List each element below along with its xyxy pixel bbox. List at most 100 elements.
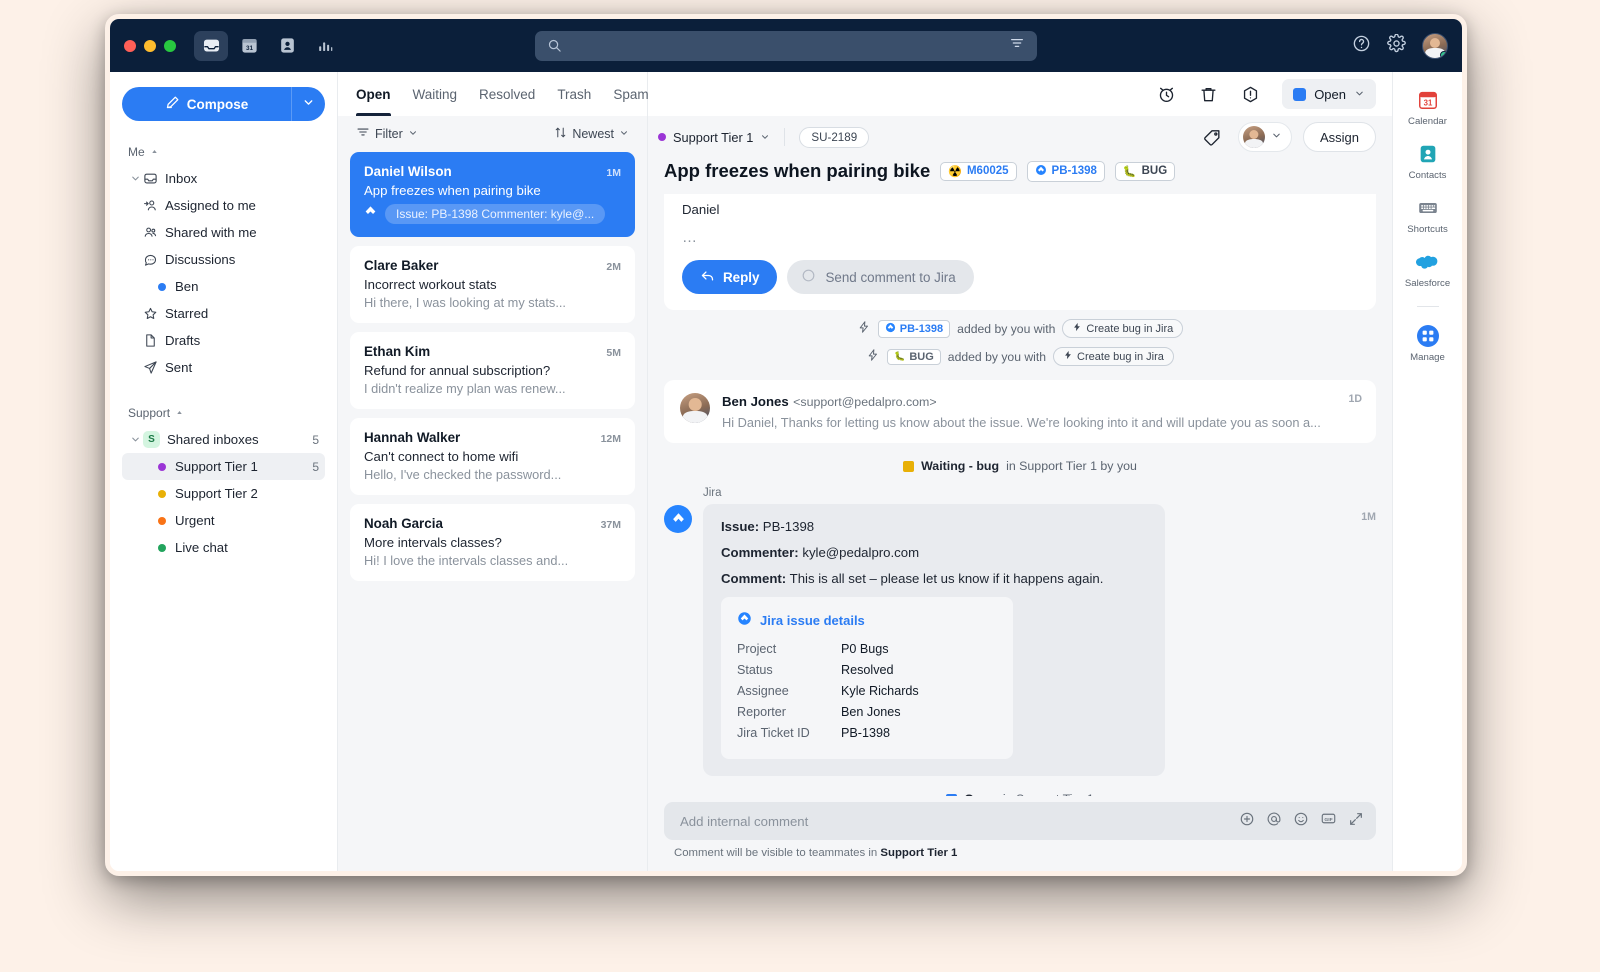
maximize-window-button[interactable]: [164, 39, 176, 52]
sidebar-item-support-tier-1[interactable]: Support Tier 1 5: [122, 453, 325, 480]
thread-inbox-selector[interactable]: Support Tier 1: [658, 130, 770, 145]
tag-chip-bug[interactable]: 🐛 BUG: [1114, 161, 1176, 181]
sidebar-item-inbox[interactable]: Inbox: [122, 165, 325, 192]
sort-button[interactable]: Newest: [554, 126, 629, 142]
thread-body[interactable]: Daniel … Reply Send comment to Jira PB-1…: [648, 194, 1392, 796]
conversation-subject: More intervals classes?: [364, 535, 502, 550]
internal-comment-input[interactable]: [680, 813, 1239, 829]
jira-comment-block: Jira Issue: PB-1398 Commenter: kyle@peda…: [664, 487, 1376, 776]
assign-button[interactable]: Assign: [1302, 122, 1376, 152]
tab-waiting[interactable]: Waiting: [413, 72, 458, 116]
sidebar-item-ben[interactable]: Ben: [122, 273, 325, 300]
event-action-pill[interactable]: Create bug in Jira: [1062, 319, 1184, 338]
chevron-down-icon[interactable]: [128, 173, 143, 184]
reports-app-icon[interactable]: [308, 31, 342, 61]
gear-icon[interactable]: [1387, 33, 1406, 58]
tab-trash[interactable]: Trash: [557, 72, 591, 116]
jira-circle-icon: [801, 268, 816, 286]
sidebar-section-me[interactable]: Me: [122, 141, 325, 163]
chevron-down-icon: [619, 127, 629, 141]
minimize-window-button[interactable]: [144, 39, 156, 52]
sidebar-item-assigned-to-me[interactable]: Assigned to me: [122, 192, 325, 219]
expand-icon[interactable]: [1348, 811, 1364, 832]
sidebar-item-shared-inboxes[interactable]: S Shared inboxes 5: [122, 426, 325, 453]
tab-open[interactable]: Open: [356, 72, 391, 116]
help-icon[interactable]: [1352, 34, 1371, 58]
rail-item-salesforce[interactable]: Salesforce: [1393, 250, 1462, 289]
detail-key: Reporter: [737, 704, 786, 719]
list-item[interactable]: Noah Garcia 37M More intervals classes? …: [350, 504, 635, 581]
ticket-id-chip[interactable]: SU-2189: [799, 126, 870, 148]
tab-resolved[interactable]: Resolved: [479, 72, 535, 116]
sidebar-item-urgent[interactable]: Urgent: [122, 507, 325, 534]
jira-issue-details-card: Jira issue details Project P0 Bugs Statu…: [721, 597, 1013, 759]
message-signature: Daniel: [682, 202, 720, 217]
rail-item-shortcuts[interactable]: Shortcuts: [1393, 196, 1462, 235]
gif-icon[interactable]: GIF: [1320, 810, 1337, 832]
jira-details-header[interactable]: Jira issue details: [737, 611, 997, 629]
conversation-subject: Incorrect workout stats: [364, 277, 497, 292]
tab-spam[interactable]: Spam: [613, 72, 648, 116]
inbox-app-icon[interactable]: [194, 30, 228, 61]
tag-icon[interactable]: [1199, 123, 1227, 151]
detail-value: Kyle Richards: [841, 683, 919, 698]
calendar-icon: 31: [1416, 88, 1440, 112]
detail-key: Project: [737, 641, 777, 656]
send-comment-label: Send comment to Jira: [825, 269, 956, 285]
chevron-down-icon: [1354, 87, 1365, 102]
composer-box[interactable]: GIF: [664, 802, 1376, 840]
collapsed-message[interactable]: Ben Jones <support@pedalpro.com> Hi Dani…: [664, 380, 1376, 443]
sidebar-item-drafts[interactable]: Drafts: [122, 327, 325, 354]
event-action-label: Create bug in Jira: [1077, 350, 1164, 363]
spam-icon[interactable]: [1236, 80, 1264, 108]
sidebar-section-support[interactable]: Support: [122, 402, 325, 424]
event-action-pill[interactable]: Create bug in Jira: [1053, 347, 1174, 366]
status-badge[interactable]: Open: [1282, 79, 1376, 109]
emoji-icon[interactable]: [1293, 811, 1309, 832]
list-item[interactable]: Daniel Wilson 1M App freezes when pairin…: [350, 152, 635, 237]
status-color-swatch: [903, 460, 915, 472]
plus-circle-icon[interactable]: [1239, 811, 1255, 832]
detail-value: P0 Bugs: [841, 641, 889, 656]
composer-note-prefix: Comment will be visible to teammates in: [674, 847, 878, 859]
sidebar-item-sent[interactable]: Sent: [122, 354, 325, 381]
rail-item-calendar[interactable]: 31 Calendar: [1393, 88, 1462, 127]
sidebar-item-shared-with-me[interactable]: Shared with me: [122, 219, 325, 246]
calendar-app-icon[interactable]: 31: [232, 31, 266, 61]
sidebar-item-starred[interactable]: Starred: [122, 300, 325, 327]
filter-button[interactable]: Filter: [356, 125, 418, 142]
contacts-app-icon[interactable]: [270, 31, 304, 61]
assignee-selector[interactable]: [1237, 122, 1292, 152]
chevron-down-icon[interactable]: [128, 434, 143, 445]
snooze-icon[interactable]: [1152, 80, 1180, 108]
sidebar-item-discussions[interactable]: Discussions: [122, 246, 325, 273]
search-input[interactable]: [570, 38, 1009, 53]
sidebar-item-live-chat[interactable]: Live chat: [122, 534, 325, 561]
sidebar-section-me-label: Me: [128, 145, 145, 159]
conversation-preview: I didn't realize my plan was renew...: [364, 381, 566, 396]
list-item[interactable]: Clare Baker 2M Incorrect workout stats H…: [350, 246, 635, 323]
status-change-waiting: Waiting - bug in Support Tier 1 by you: [664, 459, 1376, 473]
compose-dropdown-button[interactable]: [291, 87, 325, 121]
rail-item-contacts[interactable]: Contacts: [1393, 142, 1462, 181]
user-avatar[interactable]: [1422, 32, 1448, 59]
conversation-list[interactable]: Daniel Wilson 1M App freezes when pairin…: [338, 152, 647, 871]
message-expand-ellipsis[interactable]: …: [682, 229, 1358, 246]
list-item[interactable]: Ethan Kim 5M Refund for annual subscript…: [350, 332, 635, 409]
send-comment-to-jira-button[interactable]: Send comment to Jira: [787, 260, 974, 294]
mention-icon[interactable]: [1266, 811, 1282, 832]
sidebar-item-support-tier-2[interactable]: Support Tier 2: [122, 480, 325, 507]
global-search[interactable]: [535, 30, 1037, 61]
rail-item-manage[interactable]: Manage: [1393, 324, 1462, 363]
tag-chip-m60025[interactable]: ☢️ M60025: [940, 161, 1017, 181]
reply-label: Reply: [723, 269, 760, 285]
message-actions: Reply Send comment to Jira: [682, 260, 1358, 294]
close-window-button[interactable]: [124, 39, 136, 52]
search-filter-icon[interactable]: [1009, 35, 1025, 56]
tag-label: M60025: [966, 165, 1009, 177]
list-item[interactable]: Hannah Walker 12M Can't connect to home …: [350, 418, 635, 495]
tag-chip-pb-1398[interactable]: PB-1398: [1026, 160, 1105, 182]
reply-button[interactable]: Reply: [682, 260, 778, 294]
compose-button[interactable]: Compose: [122, 87, 291, 121]
trash-icon[interactable]: [1194, 80, 1222, 108]
